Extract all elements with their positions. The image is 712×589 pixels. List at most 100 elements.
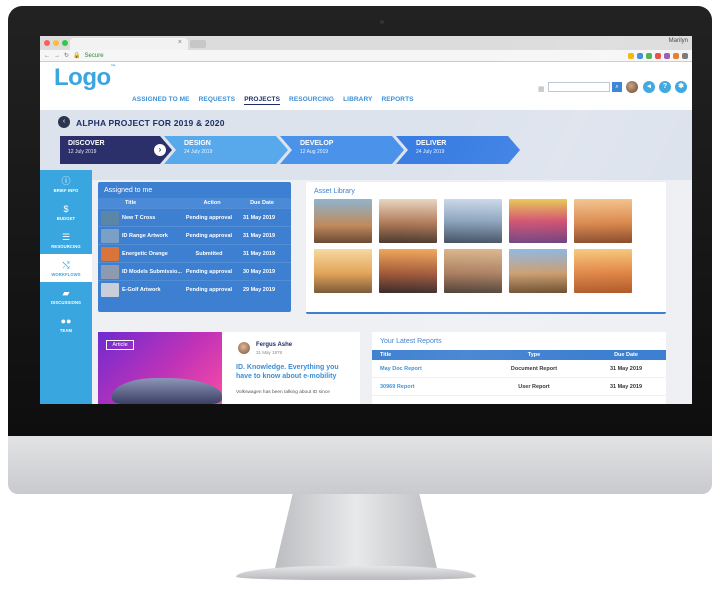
row-action: Pending approval bbox=[185, 232, 233, 239]
reports-title: Your Latest Reports bbox=[380, 338, 442, 345]
sidebar-item-workflows[interactable]: ⤭ WORKFLOWS bbox=[40, 254, 92, 282]
col-due: Due Date bbox=[250, 200, 274, 206]
asset-photo[interactable] bbox=[574, 249, 632, 293]
asset-photo[interactable] bbox=[314, 199, 372, 243]
sidebar-item-brief-info[interactable]: ⓘ BRIEF INFO bbox=[40, 170, 92, 198]
asset-photo[interactable] bbox=[574, 199, 632, 243]
assigned-header-row: Title Action Due Date bbox=[98, 198, 291, 208]
row-title[interactable]: E-Golf Artwork bbox=[119, 287, 183, 293]
phase-deliver[interactable]: DELIVER 24 July 2019 bbox=[396, 136, 520, 164]
article-image[interactable]: Article bbox=[98, 332, 222, 404]
minimize-window-button[interactable] bbox=[53, 40, 59, 46]
table-row[interactable]: 30969 Report User Report 31 May 2019 bbox=[372, 378, 666, 396]
row-title[interactable]: ID Range Artwork bbox=[119, 233, 183, 239]
asset-photo[interactable] bbox=[379, 249, 437, 293]
row-title[interactable]: Energetic Orange bbox=[119, 251, 183, 257]
menu-icon[interactable] bbox=[682, 52, 688, 59]
nav-assigned-to-me[interactable]: ASSIGNED TO ME bbox=[132, 96, 190, 105]
report-title[interactable]: May Doc Report bbox=[372, 366, 482, 372]
phase-discover[interactable]: DISCOVER 12 July 2019 › bbox=[60, 136, 172, 164]
article-date: 31 May 1979 bbox=[256, 350, 283, 355]
window-controls bbox=[44, 40, 68, 46]
extension-icon[interactable] bbox=[655, 52, 661, 59]
reload-icon[interactable]: ↻ bbox=[64, 52, 69, 59]
new-tab-button[interactable] bbox=[190, 40, 206, 48]
table-row[interactable]: May Doc Report Document Report 31 May 2019 bbox=[372, 360, 666, 378]
author-name[interactable]: Fergus Ashe bbox=[256, 342, 292, 348]
phase-design[interactable]: DESIGN 24 July 2019 bbox=[164, 136, 288, 164]
asset-photo[interactable] bbox=[314, 249, 372, 293]
report-due: 31 May 2019 bbox=[609, 383, 643, 390]
maximize-window-button[interactable] bbox=[62, 40, 68, 46]
sidebar-item-team[interactable]: ●● TEAM bbox=[40, 310, 92, 338]
extension-icon[interactable] bbox=[637, 52, 643, 59]
sidebar-item-discussions[interactable]: ▰ DISCUSSIONS bbox=[40, 282, 92, 310]
asset-photo[interactable] bbox=[444, 249, 502, 293]
phase-name: DEVELOP bbox=[300, 140, 334, 147]
col-title: Title bbox=[125, 200, 137, 206]
chevron-right-icon[interactable]: › bbox=[154, 144, 166, 156]
article-excerpt: Volkswagen has been talking about ID sin… bbox=[236, 390, 330, 395]
sidebar-item-label: WORKFLOWS bbox=[51, 271, 81, 277]
sidebar-item-label: BRIEF INFO bbox=[53, 187, 79, 193]
imac-mockup: × Marilyn ← → ↻ 🔒 Secure Logo™ ASSIGNED … bbox=[0, 0, 712, 589]
sidebar-item-label: DISCUSSIONS bbox=[51, 299, 81, 305]
close-window-button[interactable] bbox=[44, 40, 50, 46]
article-card[interactable]: Article Fergus Ashe 31 May 1979 ID. Know… bbox=[98, 332, 360, 404]
row-title[interactable]: ID Models Submissio... bbox=[119, 269, 183, 275]
car-image bbox=[112, 378, 222, 404]
col-due: Due Date bbox=[614, 352, 638, 358]
row-thumbnail bbox=[101, 282, 119, 297]
avatar[interactable] bbox=[626, 81, 638, 93]
nav-reports[interactable]: REPORTS bbox=[381, 96, 413, 105]
table-row[interactable]: ID Range Artwork Pending approval 31 May 2… bbox=[98, 226, 291, 244]
forward-icon[interactable]: → bbox=[54, 53, 60, 59]
article-headline[interactable]: ID. Knowledge. Everything you have to kn… bbox=[236, 363, 356, 381]
star-icon[interactable] bbox=[628, 52, 634, 59]
bell-icon[interactable]: ◂ bbox=[643, 81, 655, 93]
col-action: Action bbox=[203, 200, 221, 206]
report-rows: May Doc Report Document Report 31 May 2019… bbox=[372, 360, 666, 396]
address-bar[interactable]: ← → ↻ 🔒 Secure bbox=[40, 50, 692, 62]
nav-library[interactable]: LIBRARY bbox=[343, 96, 372, 105]
asset-photo[interactable] bbox=[509, 199, 567, 243]
table-row[interactable]: Energetic Orange Submitted 31 May 2019 bbox=[98, 244, 291, 262]
asset-photo[interactable] bbox=[509, 249, 567, 293]
extension-icon[interactable] bbox=[673, 52, 679, 59]
report-title[interactable]: 30969 Report bbox=[372, 384, 482, 390]
browser-tab[interactable]: × bbox=[70, 38, 188, 50]
sidebar-item-label: BUDGET bbox=[56, 215, 76, 221]
back-icon[interactable]: ‹ bbox=[58, 116, 70, 128]
browser-user[interactable]: Marilyn bbox=[669, 38, 688, 44]
row-title[interactable]: New T Cross bbox=[119, 215, 183, 221]
sidebar-item-label: TEAM bbox=[59, 327, 73, 333]
lock-icon: 🔒 bbox=[73, 53, 81, 59]
search-input[interactable] bbox=[548, 82, 610, 92]
extension-icon[interactable] bbox=[664, 52, 670, 59]
asset-photo[interactable] bbox=[444, 199, 502, 243]
tab-close-icon[interactable]: × bbox=[178, 39, 182, 46]
extension-icon[interactable] bbox=[646, 52, 652, 59]
asset-photo[interactable] bbox=[379, 199, 437, 243]
nav-resourcing[interactable]: RESOURCING bbox=[289, 96, 334, 105]
grid-icon[interactable]: ▦ bbox=[538, 85, 545, 93]
app-header: Logo™ ASSIGNED TO ME REQUESTS PROJECTS R… bbox=[40, 62, 692, 110]
sidebar-item-budget[interactable]: $ BUDGET bbox=[40, 198, 92, 226]
project-title: ALPHA PROJECT FOR 2019 & 2020 bbox=[76, 118, 225, 128]
table-row[interactable]: New T Cross Pending approval 31 May 2019 bbox=[98, 208, 291, 226]
main-nav: ASSIGNED TO ME REQUESTS PROJECTS RESOURC… bbox=[132, 96, 414, 105]
search-icon[interactable]: ⌕ bbox=[612, 82, 622, 92]
phase-develop[interactable]: DEVELOP 12 Aug 2019 bbox=[280, 136, 404, 164]
row-action: Pending approval bbox=[185, 286, 233, 293]
phase-date: 12 Aug 2019 bbox=[300, 149, 329, 155]
settings-icon[interactable]: ✱ bbox=[675, 81, 687, 93]
help-icon[interactable]: ? bbox=[659, 81, 671, 93]
nav-projects[interactable]: PROJECTS bbox=[244, 96, 281, 105]
table-row[interactable]: E-Golf Artwork Pending approval 29 May 201… bbox=[98, 280, 291, 298]
extension-icons bbox=[628, 52, 688, 59]
back-icon[interactable]: ← bbox=[44, 53, 50, 59]
nav-requests[interactable]: REQUESTS bbox=[199, 96, 236, 105]
table-row[interactable]: ID Models Submissio... Pending approval 30… bbox=[98, 262, 291, 280]
logo[interactable]: Logo™ bbox=[54, 64, 116, 92]
sidebar-item-resourcing[interactable]: ☰ RESOURCING bbox=[40, 226, 92, 254]
